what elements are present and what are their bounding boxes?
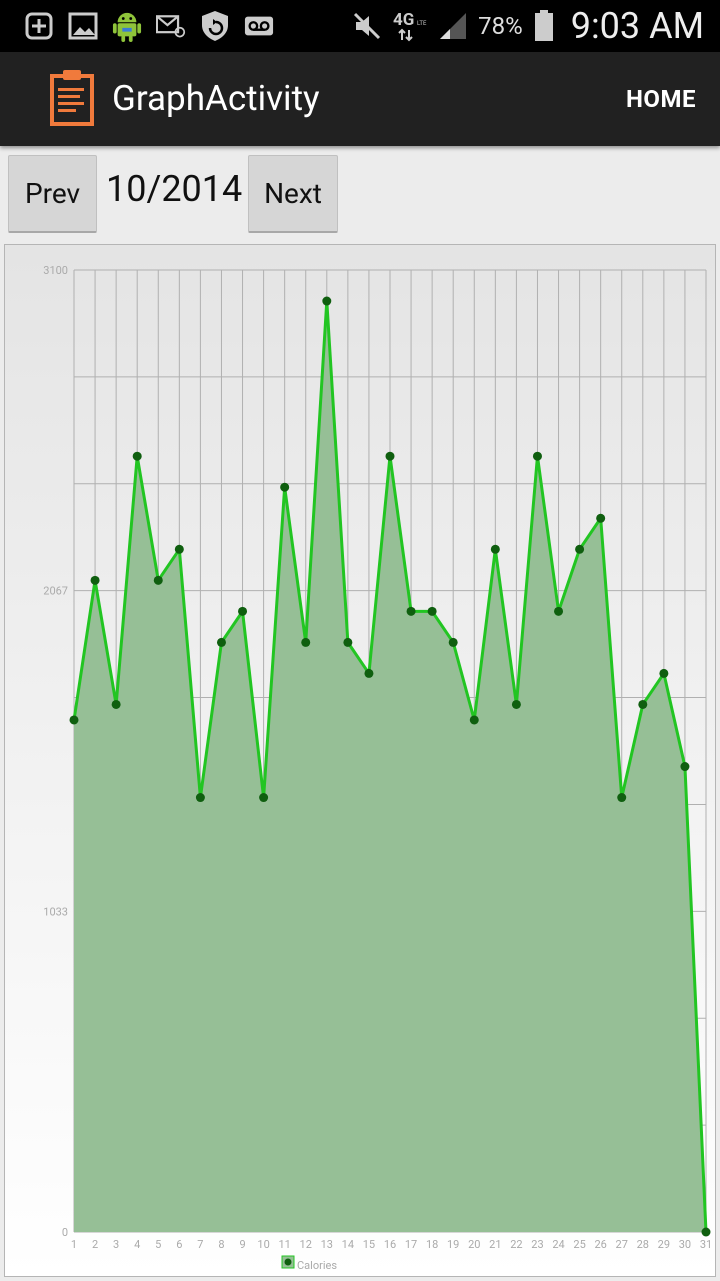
data-point [617, 793, 627, 803]
calories-area-chart: 0103320673100 1 2 3 4 5 6 7 8 9 10 11 12 13 14 15 16 17 1… [4, 244, 716, 1277]
add-icon [24, 11, 54, 41]
data-point [596, 513, 606, 523]
data-point [385, 451, 395, 461]
y-tick-label: 2067 [43, 585, 68, 598]
data-point [575, 544, 585, 554]
data-point [259, 793, 269, 803]
android-icon [112, 11, 142, 42]
x-tick-label: 10 [257, 1238, 269, 1251]
status-bar: 4G LTE 78% 9:03 AM [0, 0, 720, 52]
x-tick-label: 5 [155, 1238, 161, 1251]
x-tick-label: 25 [573, 1238, 585, 1251]
x-tick-label: 29 [658, 1238, 670, 1251]
data-point [554, 606, 564, 616]
signal-icon [438, 11, 468, 41]
x-tick-label: 4 [134, 1238, 140, 1251]
x-tick-label: 23 [531, 1238, 543, 1251]
shield-icon [200, 11, 230, 41]
data-point [448, 637, 458, 647]
x-tick-label: 22 [510, 1238, 522, 1251]
mute-icon [352, 11, 382, 41]
x-tick-label: 18 [426, 1238, 438, 1251]
data-point [132, 451, 142, 461]
4g-lte-icon: 4G LTE [392, 10, 428, 42]
battery-percent: 78% [478, 12, 523, 40]
data-point [238, 606, 248, 616]
image-icon [68, 11, 98, 41]
x-tick-label: 6 [176, 1238, 182, 1251]
data-point [364, 668, 374, 678]
data-point [638, 699, 648, 709]
x-tick-label: 31 [700, 1238, 712, 1251]
period-label: 10/2014 [106, 168, 243, 210]
data-point [490, 544, 500, 554]
x-tick-label: 16 [384, 1238, 396, 1251]
data-point [511, 699, 521, 709]
legend-label: Calories [297, 1259, 337, 1272]
x-tick-label: 1 [71, 1238, 77, 1251]
y-tick-label: 0 [62, 1226, 68, 1239]
x-tick-label: 26 [594, 1238, 606, 1251]
data-point [216, 637, 226, 647]
x-tick-label: 19 [447, 1238, 459, 1251]
data-point [195, 793, 205, 803]
data-point [280, 482, 290, 492]
x-tick-label: 2 [92, 1238, 98, 1251]
action-bar: GraphActivity HOME [0, 52, 720, 146]
x-tick-label: 24 [552, 1238, 564, 1251]
next-button[interactable]: Next [248, 155, 338, 233]
clipboard-icon [48, 68, 96, 128]
x-tick-label: 12 [300, 1238, 312, 1251]
voicemail-icon [244, 11, 274, 41]
prev-button[interactable]: Prev [8, 155, 97, 233]
x-tick-label: 3 [113, 1238, 119, 1251]
data-point [701, 1227, 711, 1237]
x-tick-label: 8 [218, 1238, 224, 1251]
data-point [427, 606, 437, 616]
x-tick-label: 20 [468, 1238, 480, 1251]
x-tick-label: 14 [342, 1238, 354, 1251]
legend-point-icon [284, 1258, 292, 1266]
svg-text:LTE: LTE [417, 20, 427, 27]
home-button[interactable]: HOME [626, 52, 696, 146]
x-tick-label: 17 [405, 1238, 417, 1251]
x-tick-label: 21 [489, 1238, 501, 1251]
data-point [90, 575, 100, 585]
data-point [343, 637, 353, 647]
x-tick-label: 28 [637, 1238, 649, 1251]
x-tick-label: 7 [197, 1238, 203, 1251]
x-tick-label: 11 [278, 1238, 290, 1251]
y-tick-label: 3100 [43, 264, 68, 277]
x-tick-label: 9 [239, 1238, 245, 1251]
data-point [111, 699, 121, 709]
data-point [659, 668, 669, 678]
svg-text:4G: 4G [393, 10, 414, 30]
data-point [469, 715, 479, 725]
clock: 9:03 AM [570, 5, 704, 47]
chart-panel: 0 1033 2067 3100 1 2 3 4 5 6 7 8 9 10 11 12 13 14 15 16 17 1… [4, 244, 716, 1277]
battery-icon [533, 10, 555, 41]
data-point [406, 606, 416, 616]
data-point [301, 637, 311, 647]
data-point [322, 296, 332, 306]
email-icon [156, 11, 186, 41]
app-title: GraphActivity [112, 78, 320, 119]
data-point [532, 451, 542, 461]
x-tick-label: 27 [616, 1238, 628, 1251]
data-point [174, 544, 184, 554]
data-point [153, 575, 163, 585]
x-tick-label: 30 [679, 1238, 691, 1251]
y-tick-label: 1033 [43, 905, 68, 918]
data-point [680, 762, 690, 772]
data-point [69, 715, 79, 725]
x-tick-label: 15 [363, 1238, 375, 1251]
x-tick-label: 13 [321, 1238, 333, 1251]
